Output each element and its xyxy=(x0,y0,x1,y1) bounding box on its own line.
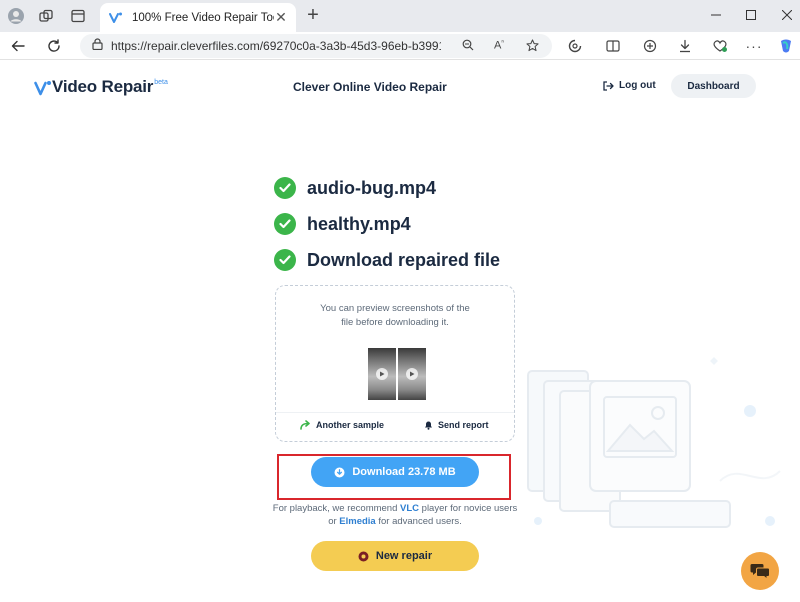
status-item-download-repaired: Download repaired file xyxy=(274,249,500,271)
play-icon xyxy=(376,368,388,380)
zoom-icon[interactable] xyxy=(459,36,477,54)
chat-bubbles-icon xyxy=(750,564,770,580)
new-tab-icon[interactable]: + xyxy=(303,4,323,26)
decorative-illustration xyxy=(527,357,781,528)
another-sample-label: Another sample xyxy=(316,420,385,430)
play-icon xyxy=(406,368,418,380)
favorite-star-icon[interactable] xyxy=(523,36,541,54)
share-arrow-icon xyxy=(300,420,310,430)
url-text[interactable]: https://repair.cleverfiles.com/69270c0a-… xyxy=(111,39,441,53)
copilot-icon[interactable] xyxy=(776,36,796,56)
preview-thumbnail[interactable] xyxy=(398,348,426,400)
preview-description: You can preview screenshots of the file … xyxy=(320,303,470,328)
logo-mark-icon xyxy=(34,81,51,96)
playback-recommendation: For playback, we recommend VLC player fo… xyxy=(270,502,520,528)
card-divider xyxy=(276,412,514,413)
address-field[interactable]: https://repair.cleverfiles.com/69270c0a-… xyxy=(80,34,552,58)
logout-button[interactable]: Log out xyxy=(603,80,656,91)
chat-support-button[interactable] xyxy=(741,552,779,590)
status-label: audio-bug.mp4 xyxy=(307,177,436,198)
vlc-link[interactable]: VLC xyxy=(400,503,419,514)
dashboard-button[interactable]: Dashboard xyxy=(671,74,756,98)
check-circle-icon xyxy=(274,177,296,199)
recommend-prefix: For playback, we recommend xyxy=(272,503,398,514)
read-aloud-icon[interactable]: Aⁿ xyxy=(490,36,508,54)
download-label: Download 23.78 MB xyxy=(352,466,456,478)
browser-tab-active[interactable]: 100% Free Video Repair Tool Onli ✕ xyxy=(100,3,296,32)
browser-tab-bar: 100% Free Video Repair Tool Onli ✕ + xyxy=(0,0,800,32)
tab-close-icon[interactable]: ✕ xyxy=(274,9,288,26)
downloads-icon[interactable] xyxy=(675,36,695,56)
back-icon[interactable] xyxy=(8,36,28,56)
split-screen-icon[interactable] xyxy=(603,36,623,56)
logout-label: Log out xyxy=(619,80,656,91)
elmedia-link[interactable]: Elmedia xyxy=(339,516,375,527)
preview-card: You can preview screenshots of the file … xyxy=(275,285,515,442)
new-repair-label: New repair xyxy=(375,550,433,562)
more-options-icon[interactable]: ··· xyxy=(744,36,764,56)
status-item-healthy: healthy.mp4 xyxy=(274,213,411,235)
download-icon xyxy=(334,467,345,477)
refresh-icon[interactable] xyxy=(44,36,64,56)
browser-health-icon[interactable] xyxy=(710,36,730,56)
tab-title: 100% Free Video Repair Tool Onli xyxy=(132,11,274,24)
check-circle-icon xyxy=(274,249,296,271)
send-report-label: Send report xyxy=(438,420,489,430)
browser-essentials-icon[interactable] xyxy=(565,36,585,56)
preview-thumbnails[interactable] xyxy=(368,348,426,400)
bell-icon xyxy=(425,421,432,430)
page-title: Clever Online Video Repair xyxy=(293,80,447,94)
logout-icon xyxy=(603,80,614,91)
recommend-suffix: for advanced users. xyxy=(378,516,462,527)
video-repair-favicon-icon xyxy=(108,10,124,26)
logo-text: Video Repair xyxy=(52,77,154,96)
workspaces-icon[interactable] xyxy=(36,6,56,26)
record-icon xyxy=(358,551,369,561)
web-page: Video Repair beta Clever Online Video Re… xyxy=(0,61,800,602)
browser-address-bar: https://repair.cleverfiles.com/69270c0a-… xyxy=(0,32,800,60)
status-item-audio-bug: audio-bug.mp4 xyxy=(274,177,436,199)
status-label: Download repaired file xyxy=(307,249,501,270)
video-repair-logo[interactable]: Video Repair beta xyxy=(34,77,168,98)
send-report-button[interactable]: Send report xyxy=(424,420,489,430)
profile-avatar-icon[interactable] xyxy=(6,6,26,26)
window-close-icon[interactable] xyxy=(776,6,798,24)
tab-actions-icon[interactable] xyxy=(68,6,88,26)
maximize-icon[interactable] xyxy=(740,6,762,24)
check-circle-icon xyxy=(274,213,296,235)
lock-icon[interactable] xyxy=(92,37,103,55)
download-button[interactable]: Download 23.78 MB xyxy=(311,457,479,487)
beta-badge: beta xyxy=(154,79,168,86)
status-label: healthy.mp4 xyxy=(307,213,411,234)
extensions-icon[interactable] xyxy=(640,36,660,56)
minimize-icon[interactable] xyxy=(705,6,727,24)
new-repair-button[interactable]: New repair xyxy=(311,541,479,571)
another-sample-button[interactable]: Another sample xyxy=(300,420,384,430)
preview-thumbnail[interactable] xyxy=(368,348,396,400)
